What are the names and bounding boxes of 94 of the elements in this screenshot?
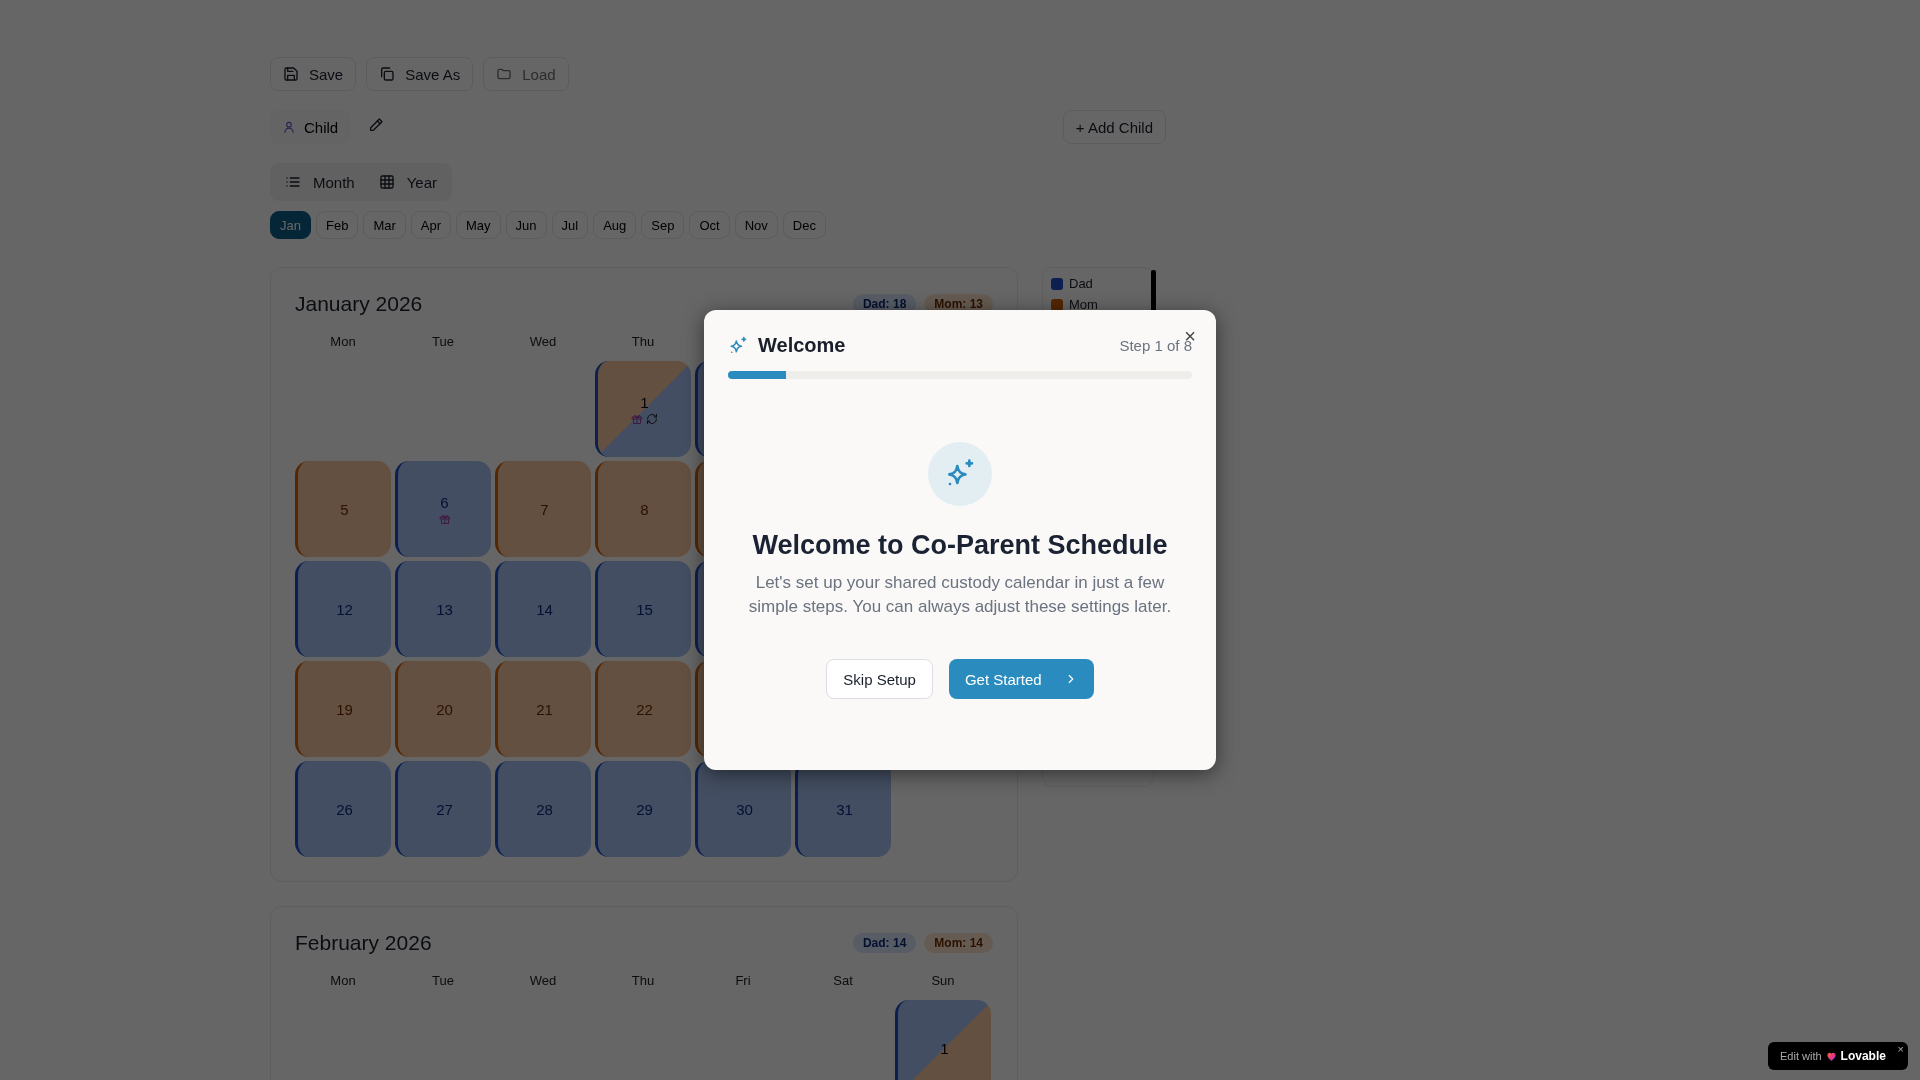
day-number: 20 xyxy=(436,700,453,718)
month-chip[interactable]: Apr xyxy=(410,211,451,239)
month-chip[interactable]: Nov xyxy=(734,211,778,239)
day-cell[interactable]: 1 xyxy=(895,1000,991,1080)
day-number: 13 xyxy=(436,600,453,618)
day-cell[interactable]: 5 xyxy=(295,461,391,557)
gift-icon xyxy=(631,412,643,425)
pencil-icon xyxy=(368,117,385,133)
weekday-label: Tue xyxy=(431,973,455,990)
sparkle-icon xyxy=(728,335,748,356)
legend-label: Mom xyxy=(1069,297,1098,312)
month-chip[interactable]: Sep xyxy=(641,211,685,239)
count-badge: Mom: 14 xyxy=(924,933,993,953)
sync-icon xyxy=(646,412,658,425)
legend-label: Dad xyxy=(1069,276,1093,291)
month-chip[interactable]: Mar xyxy=(363,211,406,239)
day-cell[interactable]: 30 xyxy=(695,761,791,857)
toolbar-button[interactable]: Save xyxy=(270,57,357,91)
weekday-label: Sat xyxy=(832,973,854,990)
day-number: 1 xyxy=(940,1039,949,1057)
get-started-button[interactable]: Get Started xyxy=(948,659,1094,699)
lovable-badge[interactable]: Edit with Lovable × xyxy=(1768,1042,1908,1070)
weekday-label: Thu xyxy=(630,334,656,351)
day-number: 7 xyxy=(540,500,549,518)
day-cell[interactable]: 1 xyxy=(595,361,691,457)
day-cell[interactable]: 8 xyxy=(595,461,691,557)
day-number: 21 xyxy=(536,700,553,718)
day-number: 30 xyxy=(736,800,753,818)
month-chip[interactable]: Dec xyxy=(782,211,826,239)
day-number: 8 xyxy=(640,500,649,518)
badge-close-button[interactable]: × xyxy=(1897,1043,1904,1055)
weekday-label: Thu xyxy=(630,973,656,990)
gift-icon xyxy=(438,512,451,525)
welcome-heading: Welcome to Co-Parent Schedule xyxy=(752,530,1168,561)
day-number: 5 xyxy=(340,500,349,518)
day-cell[interactable]: 6 xyxy=(395,461,491,557)
month-title: February 2026 xyxy=(295,931,432,955)
weekday-label: Fri xyxy=(734,973,752,990)
weekday-label: Tue xyxy=(431,334,455,351)
day-cell[interactable]: 22 xyxy=(595,661,691,757)
day-cell[interactable]: 13 xyxy=(395,561,491,657)
user-icon xyxy=(282,120,296,134)
save-icon xyxy=(283,66,299,82)
badge-prefix: Edit with xyxy=(1780,1050,1822,1062)
day-number: 29 xyxy=(636,800,653,818)
day-number: 28 xyxy=(536,800,553,818)
heart-logo-icon xyxy=(1825,1050,1837,1062)
day-number: 6 xyxy=(440,493,449,511)
weekday-label: Mon xyxy=(329,334,357,351)
toolbar-button[interactable]: Save As xyxy=(366,57,474,91)
count-badge: Dad: 14 xyxy=(852,933,917,953)
month-chip[interactable]: Feb xyxy=(315,211,359,239)
day-number: 12 xyxy=(336,600,353,618)
month-chip[interactable]: Jan xyxy=(270,211,311,239)
day-number: 14 xyxy=(536,600,553,618)
day-cell[interactable]: 20 xyxy=(395,661,491,757)
day-cell[interactable]: 29 xyxy=(595,761,691,857)
add-child-button[interactable]: + Add Child xyxy=(1062,110,1166,144)
welcome-description: Let's set up your shared custody calendar in just a few simple steps. You can always adjust these settings later. xyxy=(747,572,1173,618)
month-chip[interactable]: Jun xyxy=(505,211,547,239)
weekday-label: Mon xyxy=(329,973,357,990)
day-number: 26 xyxy=(336,800,353,818)
day-cell[interactable]: 19 xyxy=(295,661,391,757)
grid-icon xyxy=(378,174,395,190)
weekday-label: Wed xyxy=(528,334,558,351)
folder-icon xyxy=(496,66,513,82)
weekday-label: Sun xyxy=(930,973,956,990)
day-number: 27 xyxy=(436,800,453,818)
day-cell[interactable]: 26 xyxy=(295,761,391,857)
day-cell[interactable]: 14 xyxy=(495,561,591,657)
month-chip[interactable]: Aug xyxy=(593,211,637,239)
month-title: January 2026 xyxy=(295,292,423,316)
day-number: 31 xyxy=(836,800,853,818)
day-cell[interactable]: 7 xyxy=(495,461,591,557)
copy-icon xyxy=(379,66,396,82)
day-cell[interactable]: 15 xyxy=(595,561,691,657)
day-cell[interactable]: 27 xyxy=(395,761,491,857)
day-number: 19 xyxy=(336,700,353,718)
badge-brand: Lovable xyxy=(1840,1049,1886,1063)
dialog-title: Welcome xyxy=(758,334,846,357)
list-icon xyxy=(285,174,301,190)
day-cell[interactable]: 12 xyxy=(295,561,391,657)
weekday-label: Wed xyxy=(528,973,558,990)
month-chip[interactable]: Jul xyxy=(551,211,589,239)
day-number: 1 xyxy=(640,393,649,411)
day-cell[interactable]: 28 xyxy=(495,761,591,857)
day-number: 15 xyxy=(636,600,653,618)
day-cell[interactable]: 21 xyxy=(495,661,591,757)
month-chip[interactable]: May xyxy=(456,211,501,239)
month-chip[interactable]: Oct xyxy=(689,211,730,239)
skip-setup-button[interactable]: Skip Setup xyxy=(826,659,933,699)
view-mode-toggle[interactable]: Year xyxy=(366,166,449,198)
day-number: 22 xyxy=(636,700,653,718)
view-mode-toggle[interactable]: Month xyxy=(273,166,367,198)
